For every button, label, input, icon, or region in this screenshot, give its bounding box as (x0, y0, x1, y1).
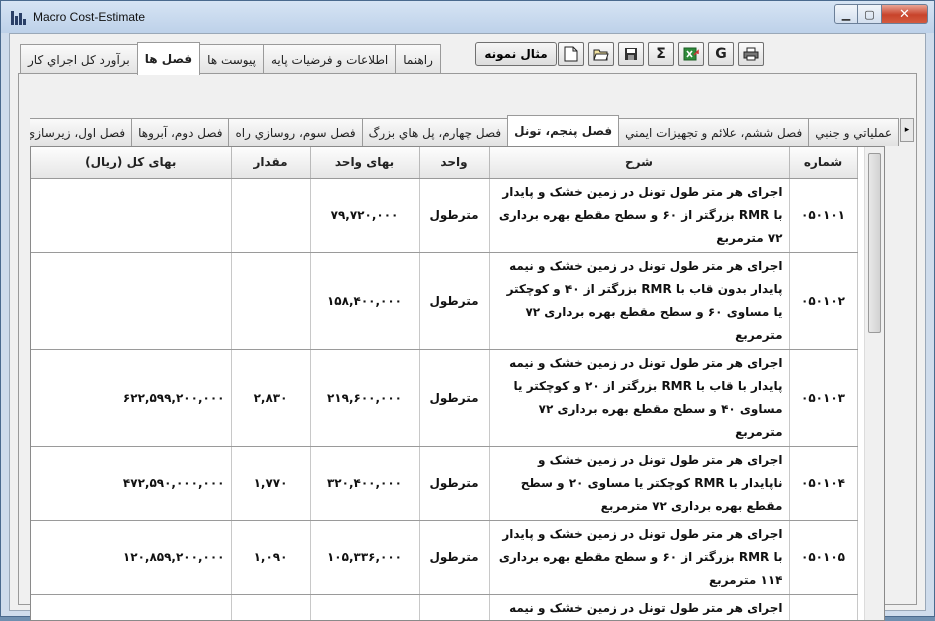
col-header-qty[interactable]: مقدار (231, 147, 311, 179)
cell-unit[interactable]: مترطول (419, 446, 490, 521)
new-document-icon (564, 46, 578, 62)
table-row[interactable]: ۶۲۲,۵۹۹,۲۰۰,۰۰۰ ۲,۸۳۰ ۲۱۹,۶۰۰,۰۰۰ مترطول… (31, 349, 858, 447)
cell-code[interactable]: ۰۵۰۱۰۱ (789, 178, 858, 253)
cell-code[interactable]: ۰۵۰۱۰۵ (789, 520, 858, 595)
main-window: Macro Cost-Estimate ▁ ▢ ✕ برآورد کل اجرا… (0, 0, 935, 621)
open-folder-button[interactable] (588, 42, 614, 66)
tab-chapter-6-safety[interactable]: فصل ششم، علائم و تجهيزات ايمني (618, 118, 810, 146)
cell-total[interactable]: ۱۲۰,۸۵۹,۲۰۰,۰۰۰ (31, 520, 232, 595)
header-row: بهای کل (ریال) مقدار بهاى واحد واحد شرح … (31, 147, 858, 179)
save-button[interactable] (618, 42, 644, 66)
scrollbar-thumb[interactable] (868, 153, 881, 333)
tab-chapter-3-pavement[interactable]: فصل سوم، روسازي راه (228, 118, 363, 146)
cell-code[interactable]: ۰۵۰۱۰۴ (789, 446, 858, 521)
items-grid: بهای کل (ریال) مقدار بهاى واحد واحد شرح … (30, 146, 885, 621)
cell-qty[interactable] (231, 178, 311, 253)
cell-unit-price[interactable]: ۷۹,۷۲۰,۰۰۰ (310, 178, 420, 253)
top-tab-strip: برآورد کل اجراي کار فصل ها پيوست ها اطلا… (20, 42, 441, 75)
tab-scroll-button[interactable]: ▸ (900, 118, 914, 142)
cell-unit-price[interactable]: ۳۲۰,۴۰۰,۰۰۰ (310, 446, 420, 521)
sum-button[interactable]: Σ (648, 42, 674, 66)
items-table: بهای کل (ریال) مقدار بهاى واحد واحد شرح … (31, 147, 858, 620)
close-button[interactable]: ✕ (882, 4, 928, 24)
cell-code[interactable]: ۰۵۰۱۰۲ (789, 252, 858, 350)
cell-unit[interactable]: مترطول (419, 520, 490, 595)
g-icon: G (715, 46, 727, 62)
cell-unit[interactable]: مترطول (419, 252, 490, 350)
tab-chapter-2-culverts[interactable]: فصل دوم، آبروها (131, 118, 230, 146)
print-button[interactable] (738, 42, 764, 66)
tab-chapter-operations[interactable]: عملياتي و جنبي (808, 118, 899, 146)
excel-export-icon (683, 47, 699, 61)
cell-total[interactable] (31, 252, 232, 350)
col-header-unit[interactable]: واحد (419, 147, 490, 179)
table-row[interactable]: ۴۷۲,۵۹۰,۰۰۰,۰۰۰ ۱,۷۷۰ ۳۲۰,۴۰۰,۰۰۰ مترطول… (31, 446, 858, 521)
table-row[interactable]: ۷۹,۷۲۰,۰۰۰ مترطول اجرای هر متر طول تونل … (31, 178, 858, 253)
cell-desc[interactable]: اجرای هر متر طول تونل در زمین خشک و ناپا… (489, 446, 790, 521)
tab-help[interactable]: راهنما (395, 44, 441, 74)
maximize-icon: ▢ (864, 7, 875, 21)
tab-chapter-4-bridges[interactable]: فصل چهارم، پل هاي بزرگ (361, 118, 509, 146)
title-bar[interactable]: Macro Cost-Estimate ▁ ▢ ✕ (1, 1, 934, 33)
cell-qty[interactable]: ۲,۸۳۰ (231, 349, 311, 447)
sigma-sum-icon: Σ (656, 46, 666, 62)
cell-unit-price[interactable]: ۱۵۸,۴۰۰,۰۰۰ (310, 252, 420, 350)
chapter-tab-strip: فصل اول، زيرسازي راه فصل دوم، آبروها فصل… (30, 114, 914, 146)
cell-desc[interactable]: اجرای هر متر طول تونل در زمین خشک و پاید… (489, 178, 790, 253)
tab-estimate-total[interactable]: برآورد کل اجراي کار (20, 44, 138, 74)
tab-base-assumptions[interactable]: اطلاعات و فرضيات پايه (262, 44, 397, 74)
cell-unit[interactable]: مترطول (419, 178, 490, 253)
sample-example-button[interactable]: مثال نمونه (475, 42, 557, 66)
col-header-desc[interactable]: شرح (489, 147, 790, 179)
table-row[interactable]: ۱۵۸,۴۰۰,۰۰۰ مترطول اجرای هر متر طول تونل… (31, 252, 858, 350)
cell-total[interactable]: ۴۷۲,۵۹۰,۰۰۰,۰۰۰ (31, 446, 232, 521)
col-header-code[interactable]: شماره (789, 147, 858, 179)
cell-qty[interactable]: ۱,۰۹۰ (231, 520, 311, 595)
save-disk-icon (625, 48, 637, 60)
open-folder-icon (593, 49, 609, 61)
bar-chart-app-icon (11, 9, 27, 25)
excel-export-button[interactable] (678, 42, 704, 66)
tab-chapter-1-subgrade[interactable]: فصل اول، زيرسازي راه (30, 118, 133, 146)
window-title: Macro Cost-Estimate (33, 10, 146, 24)
cell-qty[interactable] (231, 252, 311, 350)
cell-code[interactable]: ۰۵۰۱۰۳ (789, 349, 858, 447)
close-icon: ✕ (899, 6, 910, 22)
cell-unit[interactable]: مترطول (419, 349, 490, 447)
maximize-button[interactable]: ▢ (858, 4, 882, 24)
cell-total[interactable]: ۶۲۲,۵۹۹,۲۰۰,۰۰۰ (31, 349, 232, 447)
col-header-total[interactable]: بهای کل (ریال) (31, 147, 232, 179)
cell-unit-price[interactable]: ۱۰۵,۳۳۶,۰۰۰ (310, 520, 420, 595)
vertical-scrollbar[interactable] (864, 147, 884, 620)
cell-desc[interactable]: اجرای هر متر طول تونل در زمین خشک و نیمه… (489, 349, 790, 447)
print-icon (743, 47, 759, 61)
g-button[interactable]: G (708, 42, 734, 66)
cell-desc[interactable]: اجرای هر متر طول تونل در زمین خشک و پاید… (489, 520, 790, 595)
table-row[interactable]: ۱۲۰,۸۵۹,۲۰۰,۰۰۰ ۱,۰۹۰ ۱۰۵,۳۳۶,۰۰۰ مترطول… (31, 520, 858, 595)
tab-chapter-5-tunnel[interactable]: فصل پنجم، تونل (507, 115, 620, 146)
col-header-unit-price[interactable]: بهاى واحد (310, 147, 420, 179)
minimize-icon: ▁ (841, 7, 851, 21)
cell-desc[interactable]: اجرای هر متر طول تونل در زمین خشک و نیمه… (489, 252, 790, 350)
new-document-button[interactable] (558, 42, 584, 66)
minimize-button[interactable]: ▁ (834, 4, 858, 24)
client-area: برآورد کل اجراي کار فصل ها پيوست ها اطلا… (9, 33, 926, 621)
tab-appendices[interactable]: پيوست ها (199, 44, 264, 74)
cell-unit-price[interactable]: ۲۱۹,۶۰۰,۰۰۰ (310, 349, 420, 447)
triangle-right-icon: ▸ (904, 125, 910, 135)
cell-qty[interactable]: ۱,۷۷۰ (231, 446, 311, 521)
tab-chapters[interactable]: فصل ها (136, 42, 201, 75)
cell-total[interactable] (31, 178, 232, 253)
